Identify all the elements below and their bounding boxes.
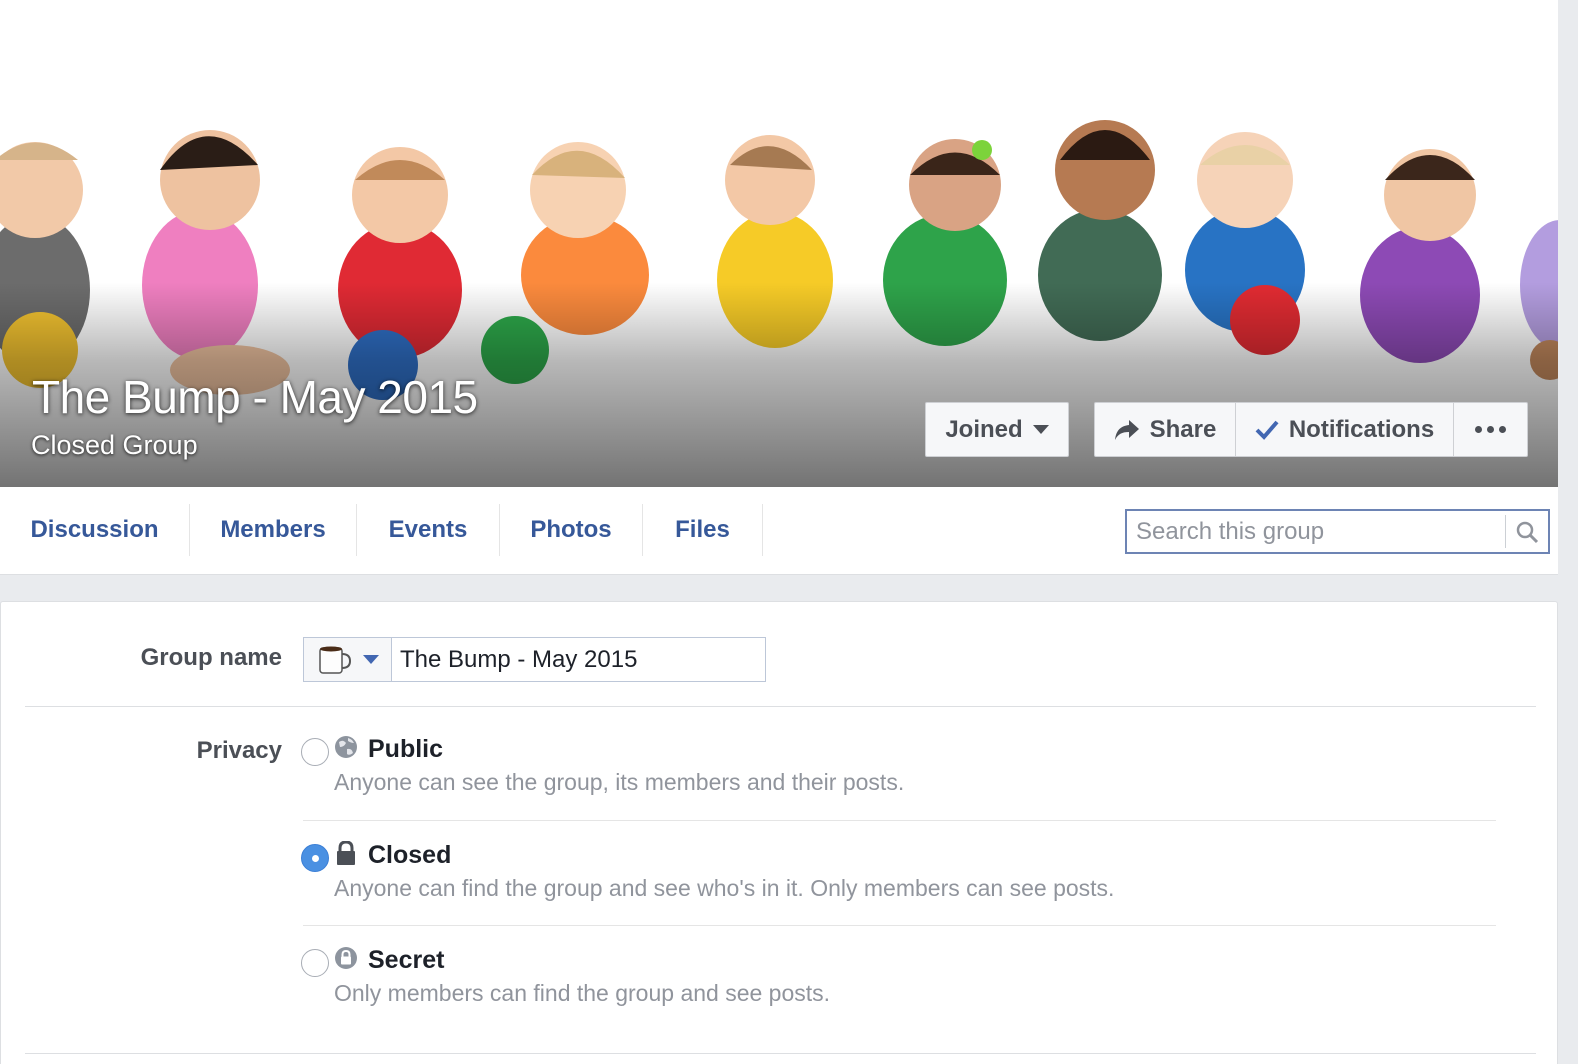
joined-label: Joined bbox=[945, 415, 1023, 443]
option-description: Anyone can see the group, its members an… bbox=[334, 769, 905, 795]
more-dots-icon bbox=[1475, 426, 1506, 433]
section-divider bbox=[25, 706, 1536, 707]
tab-discussion[interactable]: Discussion bbox=[0, 504, 190, 556]
tab-photos[interactable]: Photos bbox=[500, 504, 643, 556]
checkmark-icon bbox=[1255, 420, 1279, 440]
option-title: Public bbox=[368, 735, 444, 763]
option-divider bbox=[303, 925, 1496, 926]
lock-icon bbox=[337, 841, 355, 865]
group-name-label: Group name bbox=[140, 644, 282, 671]
notifications-button[interactable]: Notifications bbox=[1236, 403, 1454, 456]
notifications-label: Notifications bbox=[1288, 415, 1435, 443]
option-description: Only members can find the group and see … bbox=[334, 980, 831, 1006]
option-divider bbox=[303, 820, 1496, 821]
group-nav-bar: Discussion Members Events Photos Files bbox=[0, 487, 1558, 575]
group-privacy-subtitle: Closed Group bbox=[31, 430, 198, 460]
more-options-button[interactable] bbox=[1454, 403, 1527, 456]
radio-closed-selected[interactable] bbox=[301, 844, 329, 872]
search-icon bbox=[1516, 521, 1539, 543]
privacy-option-secret[interactable]: Secret Only members can find the group a… bbox=[301, 946, 1501, 1026]
group-search-box bbox=[1125, 509, 1550, 554]
section-divider bbox=[25, 1053, 1536, 1054]
caret-down-icon bbox=[362, 655, 379, 664]
search-button[interactable] bbox=[1506, 511, 1548, 552]
tab-files[interactable]: Files bbox=[643, 504, 763, 556]
privacy-label: Privacy bbox=[196, 737, 282, 764]
radio-public[interactable] bbox=[301, 738, 329, 766]
privacy-option-closed[interactable]: Closed Anyone can find the group and see… bbox=[301, 841, 1501, 921]
tab-events[interactable]: Events bbox=[357, 504, 500, 556]
share-arrow-icon bbox=[1114, 419, 1139, 440]
share-button[interactable]: Share bbox=[1095, 403, 1236, 456]
privacy-option-public[interactable]: Public Anyone can see the group, its mem… bbox=[301, 735, 1501, 815]
group-settings-panel: Group name Privacy Public Anyone can see… bbox=[0, 601, 1558, 1064]
search-input[interactable] bbox=[1127, 511, 1505, 552]
cover-photo-area: The Bump - May 2015 Closed Group Joined … bbox=[0, 0, 1558, 487]
group-name-field bbox=[303, 637, 766, 682]
group-title[interactable]: The Bump - May 2015 bbox=[32, 370, 478, 424]
tab-members[interactable]: Members bbox=[190, 504, 357, 556]
option-title: Secret bbox=[368, 946, 445, 974]
group-name-input[interactable] bbox=[392, 638, 765, 681]
caret-down-icon bbox=[1032, 425, 1049, 434]
radio-secret[interactable] bbox=[301, 949, 329, 977]
joined-button[interactable]: Joined bbox=[925, 402, 1069, 457]
globe-icon bbox=[335, 736, 357, 758]
group-actions: Share Notifications bbox=[1094, 402, 1528, 457]
group-icon-picker[interactable] bbox=[304, 638, 392, 681]
option-description: Anyone can find the group and see who's … bbox=[334, 875, 1115, 901]
option-title: Closed bbox=[368, 841, 452, 869]
share-label: Share bbox=[1149, 415, 1217, 443]
secret-lock-icon bbox=[335, 947, 357, 969]
coffee-mug-icon bbox=[318, 646, 351, 674]
